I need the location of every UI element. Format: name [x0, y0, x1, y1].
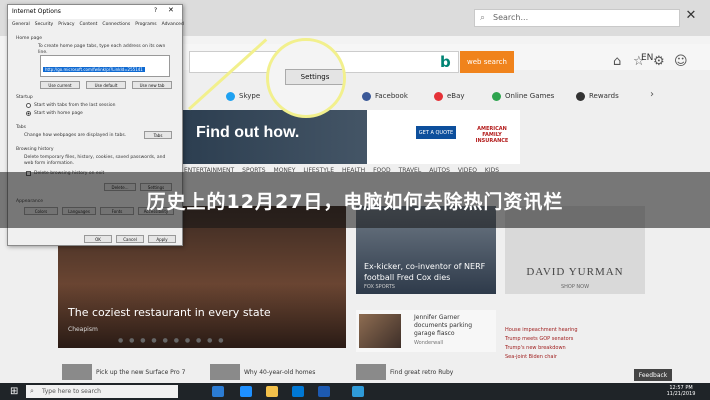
search-icon: ⌕: [480, 13, 486, 23]
story-card-garner[interactable]: Jennifer Garner documents parking garage…: [356, 310, 496, 352]
use-new-tab-button[interactable]: Use new tab: [132, 81, 172, 89]
story-source: FOX SPORTS: [364, 284, 395, 290]
tabs-hint: Change how webpages are displayed in tab…: [24, 133, 127, 138]
home-icon[interactable]: ⌂: [613, 54, 621, 69]
tab-connections[interactable]: Connections: [102, 22, 130, 32]
headline-item[interactable]: Sea-joint Biden chair: [505, 353, 640, 362]
dialog-close-icon[interactable]: ✕: [168, 6, 174, 14]
bing-logo-icon: b: [440, 53, 451, 71]
dialog-titlebar: Internet Options ? ✕: [8, 5, 182, 19]
quick-links: Skype Facebook eBay Online Games Rewards…: [180, 86, 670, 106]
ad-banner[interactable]: Find out how. GET A QUOTE AMERICAN FAMIL…: [180, 110, 520, 164]
ad-brand: DAVID YURMAN: [526, 266, 624, 278]
skype-icon: [226, 91, 235, 101]
facebook-icon: [362, 91, 371, 101]
gear-icon[interactable]: ⚙: [653, 54, 665, 69]
tab-programs[interactable]: Programs: [135, 22, 156, 32]
tab-content[interactable]: Content: [80, 22, 98, 32]
file-explorer-icon[interactable]: [266, 386, 278, 397]
headline-item[interactable]: Trump meets GOP senators: [505, 335, 640, 344]
startup-home-page-radio[interactable]: Start with home page: [26, 111, 83, 116]
cancel-button[interactable]: Cancel: [116, 235, 144, 243]
settings-button-zoomed[interactable]: Settings: [285, 69, 343, 85]
task-view-icon[interactable]: [212, 386, 224, 397]
quick-link-facebook[interactable]: Facebook: [362, 86, 408, 106]
use-current-button[interactable]: Use current: [40, 81, 80, 89]
windows-start-icon[interactable]: ⊞: [10, 386, 18, 397]
smiley-icon[interactable]: ☺: [674, 54, 688, 69]
taskbar-search-input[interactable]: ⌕ Type here to search: [26, 385, 178, 398]
home-page-url: http://go.microsoft.com/fwlink/p/?LinkId…: [43, 67, 145, 72]
use-default-button[interactable]: Use default: [86, 81, 126, 89]
quick-link-ebay[interactable]: eBay: [434, 86, 465, 106]
home-page-textarea[interactable]: http://go.microsoft.com/fwlink/p/?LinkId…: [40, 55, 170, 77]
ok-button[interactable]: OK: [84, 235, 112, 243]
story-thumbnail: [210, 364, 240, 380]
headlines-list: House impeachment hearing Trump meets GO…: [505, 326, 640, 362]
get-quote-button[interactable]: GET A QUOTE: [416, 126, 456, 139]
tab-general[interactable]: General: [12, 22, 30, 32]
store-icon[interactable]: [292, 386, 304, 397]
story-thumbnail: [359, 314, 401, 348]
carousel-dots[interactable]: ● ● ● ● ● ● ● ● ● ●: [118, 337, 226, 344]
mail-icon[interactable]: [318, 386, 330, 397]
taskbar-clock[interactable]: 12:57 PM 11/21/2019: [656, 385, 706, 397]
ie-icon[interactable]: [352, 386, 364, 397]
clock-date: 11/21/2019: [666, 391, 696, 397]
browsing-history-label: Browsing history: [16, 147, 54, 152]
games-icon: [492, 91, 501, 101]
chevron-right-icon[interactable]: ›: [650, 89, 654, 100]
bottom-story[interactable]: Find great retro Ruby: [356, 362, 453, 382]
tabs-label: Tabs: [16, 125, 26, 130]
story-source: Wonderwall: [414, 340, 444, 346]
ad-title: Find out how.: [196, 124, 300, 141]
overlay-title: 历史上的12月27日，电脑如何去除热门资讯栏: [146, 190, 564, 213]
headline-item[interactable]: Trump's new breakdown: [505, 344, 640, 353]
browsing-history-hint: Delete temporary files, history, cookies…: [24, 155, 166, 166]
shop-now-link[interactable]: SHOP NOW: [505, 284, 645, 290]
tab-privacy[interactable]: Privacy: [58, 22, 74, 32]
story-title: Jennifer Garner documents parking garage…: [414, 314, 473, 337]
quick-link-rewards[interactable]: Rewards: [576, 86, 619, 106]
edge-icon[interactable]: [240, 386, 252, 397]
search-icon: ⌕: [30, 387, 34, 395]
bottom-stories: Pick up the new Surface Pro 7 Why 40-yea…: [58, 362, 658, 382]
magnifier-callout: Settings: [266, 38, 346, 118]
home-page-label: Home page: [16, 36, 42, 41]
tab-security[interactable]: Security: [35, 22, 53, 32]
rewards-icon: [576, 91, 585, 101]
featured-story-title: The coziest restaurant in every state: [68, 306, 271, 319]
story-title: Ex-kicker, co-inventor of NERF football …: [364, 262, 486, 282]
headline-item[interactable]: House impeachment hearing: [505, 326, 640, 335]
story-thumbnail: [62, 364, 92, 380]
startup-last-session-radio[interactable]: Start with tabs from the last session: [26, 103, 115, 108]
windows-taskbar: ⊞ ⌕ Type here to search 12:57 PM 11/21/2…: [0, 383, 710, 400]
dialog-title: Internet Options: [12, 8, 61, 15]
dialog-tabs: General Security Privacy Content Connect…: [12, 22, 184, 32]
startup-label: Startup: [16, 95, 33, 100]
feedback-button[interactable]: Feedback: [634, 369, 672, 381]
language-toggle[interactable]: EN: [641, 53, 653, 63]
overlay-title-band: 历史上的12月27日，电脑如何去除热门资讯栏: [0, 172, 710, 228]
ebay-icon: [434, 91, 443, 101]
apply-button[interactable]: Apply: [148, 235, 176, 243]
story-thumbnail: [356, 364, 386, 380]
web-search-button[interactable]: web search: [460, 51, 514, 73]
bottom-story[interactable]: Pick up the new Surface Pro 7: [62, 362, 185, 382]
help-icon[interactable]: ?: [154, 7, 157, 14]
bottom-story[interactable]: Why 40-year-old homes: [210, 362, 315, 382]
tab-advanced[interactable]: Advanced: [162, 22, 184, 32]
featured-story-source: Cheapism: [68, 326, 98, 333]
browser-search-input[interactable]: ⌕ Search...: [474, 9, 680, 27]
tabs-button[interactable]: Tabs: [144, 131, 172, 139]
quick-link-skype[interactable]: Skype: [226, 86, 260, 106]
ad-brand-logo: AMERICAN FAMILY INSURANCE: [475, 126, 509, 144]
quick-link-online-games[interactable]: Online Games: [492, 86, 554, 106]
